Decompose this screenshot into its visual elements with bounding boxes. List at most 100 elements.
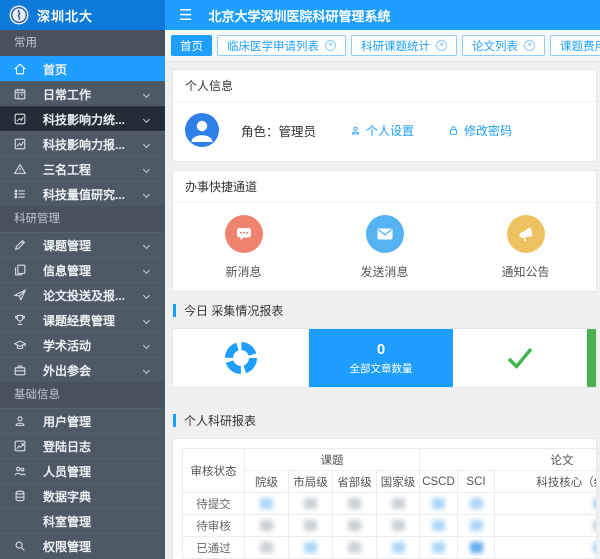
send-message-button[interactable]: 发送消息 [314,215,455,280]
db-icon [13,489,27,503]
stat-check-box[interactable] [453,329,587,387]
blurred-value[interactable] [432,520,445,531]
table-cell [495,493,598,515]
blurred-value[interactable] [260,542,273,553]
table-cell [289,515,333,537]
blurred-value[interactable] [260,520,273,531]
sidebar-item-label: 首页 [43,61,152,78]
table-cell [377,515,420,537]
table-corner-header: 审核状态 [183,449,245,493]
send-icon [13,288,27,302]
blurred-value[interactable] [593,498,597,509]
chevron-down-icon [143,165,150,172]
sidebar-section-label: 常用 [0,30,165,56]
sidebar-item[interactable]: 登陆日志 [0,433,165,458]
table-cell [245,493,289,515]
blurred-value[interactable] [304,520,317,531]
sidebar-item[interactable]: 课题经费管理 [0,307,165,332]
sidebar-item-label: 科技影响力报... [43,136,128,153]
blurred-value[interactable] [348,498,361,509]
sidebar-item[interactable]: 课题管理 [0,232,165,257]
table-cell [458,493,495,515]
blurred-value[interactable] [304,542,317,553]
tab[interactable]: 论文列表 ✕ [462,35,545,56]
blurred-value[interactable] [593,542,597,553]
blurred-value[interactable] [470,520,483,531]
page-title: 北京大学深圳医院科研管理系统 [208,6,390,25]
sidebar-item[interactable]: 日常工作 [0,81,165,106]
blurred-value[interactable] [392,520,405,531]
chevron-down-icon [143,316,150,323]
blurred-value[interactable] [470,498,483,509]
table-group-header: 课题 [245,449,420,471]
sidebar-item[interactable]: 学术活动 [0,332,165,357]
stat-spinner-box[interactable] [173,329,309,387]
research-report-table: 审核状态课题论文院级市局级省部级国家级CSCDSCI科技核心（统计源）期刊待提交… [182,448,597,559]
blurred-value[interactable] [432,542,445,553]
lock-icon [448,125,459,136]
table-row: 已通过 [183,537,598,559]
stat-total-box[interactable]: 0 全部文章数量 [309,329,453,387]
personal-settings-label: 个人设置 [366,122,414,139]
sidebar-item[interactable]: 数据字典 [0,483,165,508]
blurred-value[interactable] [392,498,405,509]
blurred-value[interactable] [392,542,405,553]
sidebar-item-label: 三名工程 [43,161,128,178]
table-cell [333,515,377,537]
sidebar-item-label: 日常工作 [43,86,128,103]
blurred-value[interactable] [432,498,445,509]
chevron-down-icon [143,366,150,373]
personal-report-header: 个人科研报表 [173,412,597,429]
sidebar-item[interactable]: 外出参会 [0,357,165,382]
blurred-value[interactable] [348,520,361,531]
table-column-header: 省部级 [333,471,377,493]
tab[interactable]: 临床医学申请列表✕ [217,35,346,56]
sidebar-item[interactable]: 权限管理 [0,533,165,558]
stat-green-box[interactable] [587,329,597,387]
trophy-icon [13,313,27,327]
personal-settings-link[interactable]: 个人设置 [350,122,414,139]
tab[interactable]: 科研课题统计✕ [351,35,457,56]
table-cell [377,493,420,515]
table-cell [420,515,458,537]
announcements-button[interactable]: 通知公告 [455,215,596,280]
sidebar-item[interactable]: 三名工程 [0,156,165,181]
envelope-icon [366,215,404,253]
stat-label: 全部文章数量 [350,361,413,376]
sidebar-item[interactable]: 首页 [0,56,165,81]
new-message-button[interactable]: 新消息 [173,215,314,280]
sidebar-item-label: 科技量值研究... [43,186,128,203]
sidebar-item[interactable]: 科技影响力统... [0,106,165,131]
change-password-link[interactable]: 修改密码 [448,122,512,139]
sidebar-item-label: 论文投送及报... [43,287,128,304]
tab[interactable]: 首页 [171,35,212,56]
table-group-header: 论文 [420,449,598,471]
sidebar-item-label: 科室管理 [43,513,152,530]
blurred-value[interactable] [470,542,483,553]
checkmark-icon [505,345,535,371]
sidebar-item[interactable]: 科室管理 [0,508,165,533]
sidebar-item-label: 外出参会 [43,362,128,379]
avatar [185,113,219,147]
sidebar-item[interactable]: 信息管理 [0,257,165,282]
table-cell [495,537,598,559]
blurred-value[interactable] [593,520,597,531]
blurred-value[interactable] [304,498,317,509]
sidebar-item[interactable]: 论文投送及报... [0,282,165,307]
blurred-value[interactable] [348,542,361,553]
tab-close-icon[interactable]: ✕ [524,40,535,51]
role-label: 角色： [241,125,279,139]
tab-close-icon[interactable]: ✕ [436,40,447,51]
menu-toggle-icon[interactable]: ☰ [179,8,192,23]
tab[interactable]: 课题费用报表✕ [550,35,600,56]
sidebar-item[interactable]: 人员管理 [0,458,165,483]
tab-label: 首页 [180,38,203,54]
tab-close-icon[interactable]: ✕ [325,40,336,51]
tab-label: 论文列表 [472,38,518,54]
main-content: 个人信息 角色：管理员 个人设置 修改密码 [165,62,600,559]
sidebar-item[interactable]: 科技量值研究... [0,181,165,206]
personal-report-card: 审核状态课题论文院级市局级省部级国家级CSCDSCI科技核心（统计源）期刊待提交… [172,438,597,559]
blurred-value[interactable] [260,498,273,509]
sidebar-item[interactable]: 科技影响力报... [0,131,165,156]
sidebar-item[interactable]: 用户管理 [0,408,165,433]
